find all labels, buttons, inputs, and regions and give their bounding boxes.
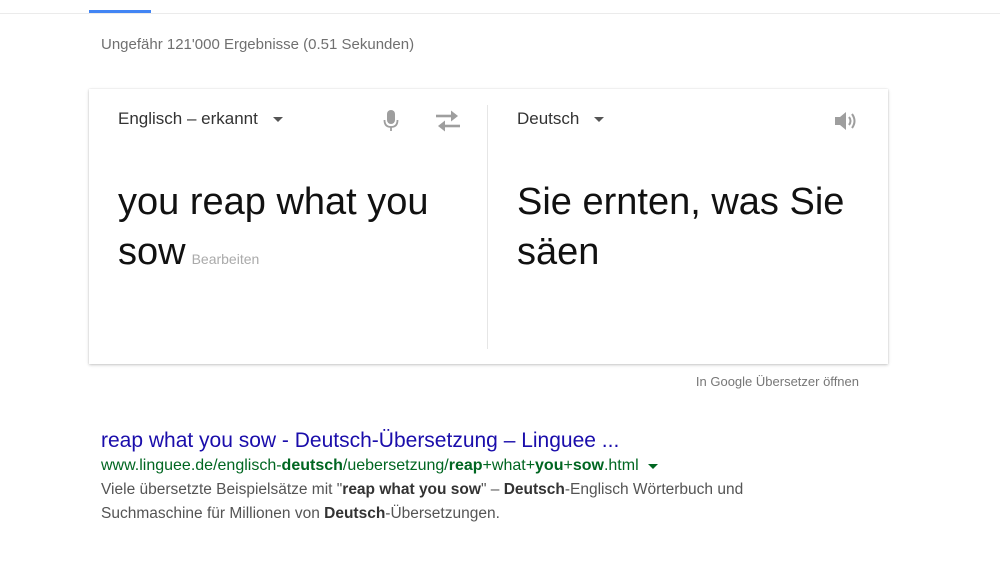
panel-divider — [487, 105, 488, 349]
url-part: .html — [603, 457, 639, 474]
snippet-part: Viele übersetzte Beispielsätze mit " — [101, 481, 343, 498]
microphone-icon — [383, 110, 399, 131]
chevron-down-icon — [272, 116, 283, 122]
swap-icon — [436, 110, 460, 132]
url-part: + — [563, 457, 573, 474]
result-snippet: Viele übersetzte Beispielsätze mit "reap… — [101, 478, 821, 526]
url-part: /uebersetzung/ — [342, 457, 449, 474]
target-language-select[interactable]: Deutsch — [517, 109, 605, 129]
edit-link[interactable]: Bearbeiten — [192, 251, 260, 267]
microphone-button[interactable] — [376, 106, 406, 136]
translate-card: Englisch – erkannt Deutsch you reap what… — [89, 89, 888, 364]
snippet-part: -Übersetzungen. — [385, 505, 500, 522]
speaker-icon — [835, 112, 856, 130]
listen-button[interactable] — [831, 106, 861, 136]
translated-text: Sie ernten, was Sie säen — [517, 181, 845, 273]
url-highlight: you — [535, 457, 564, 474]
source-text[interactable]: you reap what you sow Bearbeiten — [118, 177, 478, 284]
source-text-value: you reap what you sow — [118, 181, 429, 273]
snippet-part: " – — [480, 481, 504, 498]
search-result: reap what you sow - Deutsch-Übersetzung … — [101, 427, 821, 526]
header-divider — [0, 13, 1000, 14]
result-title-link[interactable]: reap what you sow - Deutsch-Übersetzung … — [101, 427, 821, 455]
url-part: www.linguee.de/englisch- — [101, 457, 282, 474]
url-highlight: deutsch — [281, 457, 343, 474]
result-stats: Ungefähr 121'000 Ergebnisse (0.51 Sekund… — [101, 36, 415, 53]
snippet-highlight: Deutsch — [503, 481, 565, 498]
chevron-down-icon — [594, 116, 605, 122]
target-language-label: Deutsch — [517, 109, 580, 128]
snippet-highlight: Deutsch — [324, 505, 386, 522]
open-in-translate-link[interactable]: In Google Übersetzer öffnen — [696, 374, 859, 389]
result-url: www.linguee.de/englisch-deutsch/ueberset… — [101, 455, 821, 477]
result-url-text: www.linguee.de/englisch-deutsch/ueberset… — [101, 455, 639, 477]
url-highlight: sow — [572, 457, 604, 474]
active-tab-indicator — [89, 10, 151, 13]
source-language-select[interactable]: Englisch – erkannt — [118, 109, 283, 129]
source-language-label: Englisch – erkannt — [118, 109, 258, 128]
url-part: +what+ — [482, 457, 536, 474]
url-menu-arrow-icon[interactable] — [647, 463, 658, 469]
swap-languages-button[interactable] — [433, 106, 463, 136]
snippet-highlight: reap what you sow — [342, 481, 481, 498]
url-highlight: reap — [448, 457, 483, 474]
